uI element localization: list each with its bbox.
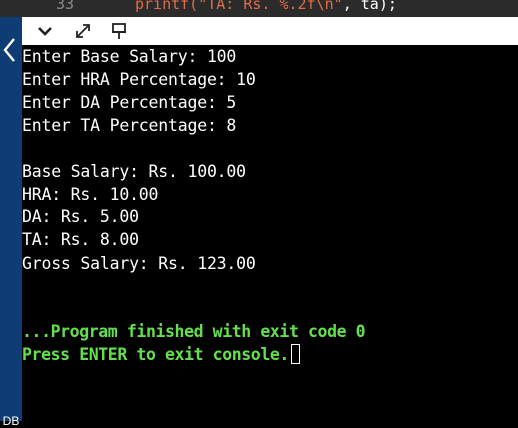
console-output[interactable]: Enter Base Salary: 100 Enter HRA Percent… (22, 45, 518, 421)
console-line: Enter DA Percentage: 5 (22, 93, 237, 112)
editor-strip: 33 printf("TA: Rs. %.2f\n", ta); (0, 0, 518, 17)
code-rest: , ta); (342, 0, 397, 13)
chevron-down-icon[interactable] (34, 21, 56, 41)
exit-status-line: ...Program finished with exit code 0 (22, 322, 366, 341)
collapse-chevron-left-icon[interactable] (2, 36, 18, 68)
left-rail: DB (0, 17, 22, 428)
pin-icon[interactable] (108, 21, 130, 41)
exit-prompt-text: Press ENTER to exit console. (22, 345, 289, 364)
code-function: printf( (135, 0, 199, 13)
console-line: Base Salary: Rs. 100.00 (22, 162, 246, 181)
code-line: printf("TA: Rs. %.2f\n", ta); (135, 0, 397, 13)
rail-label: DB (2, 414, 20, 428)
console-line: Gross Salary: Rs. 123.00 (22, 254, 256, 273)
console-toolbar (22, 17, 518, 46)
console-line: Enter Base Salary: 100 (22, 47, 237, 66)
console-line: Enter TA Percentage: 8 (22, 116, 237, 135)
console-line: Enter HRA Percentage: 10 (22, 70, 256, 89)
console-line: TA: Rs. 8.00 (22, 230, 139, 249)
exit-prompt-line: Press ENTER to exit console. (22, 344, 300, 366)
line-number: 33 (55, 0, 74, 13)
expand-icon[interactable] (72, 21, 94, 41)
code-string: "TA: Rs. %.2f\n" (198, 0, 343, 13)
console-line: DA: Rs. 5.00 (22, 207, 139, 226)
console-line: HRA: Rs. 10.00 (22, 185, 159, 204)
text-cursor (290, 344, 300, 364)
